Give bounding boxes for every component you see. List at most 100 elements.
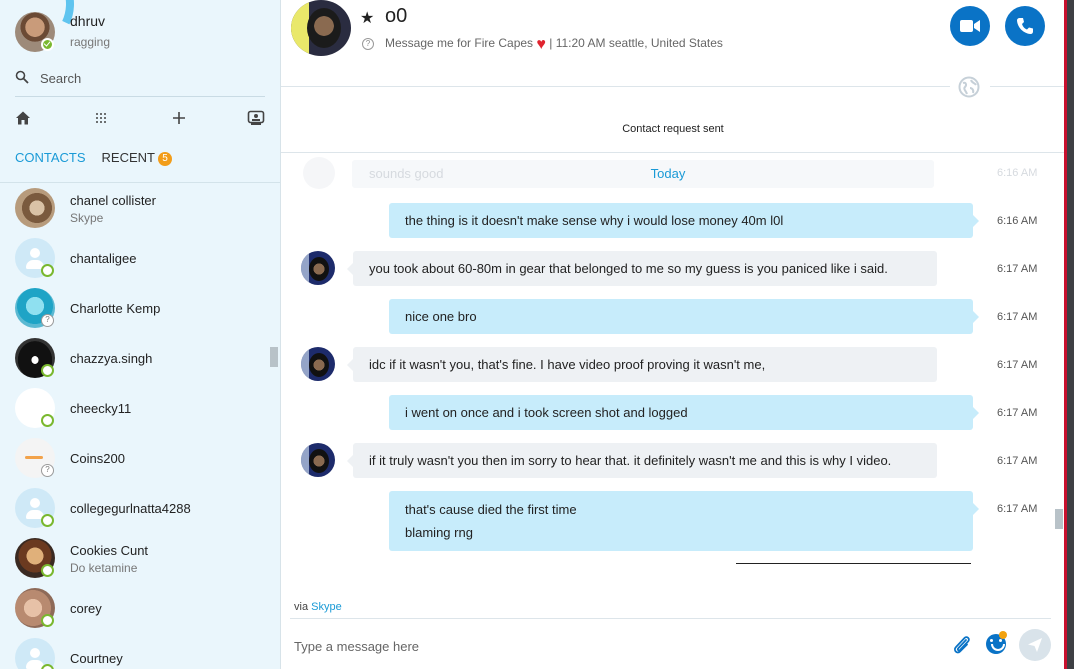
contact-tabs: CONTACTS RECENT 5 xyxy=(15,150,172,166)
tab-recent-label: RECENT xyxy=(101,150,155,165)
contact-name: Cookies Cunt xyxy=(70,543,149,558)
contact-name: corey xyxy=(70,601,102,616)
contact-item-charlotte-kemp[interactable]: ? Charlotte Kemp xyxy=(0,283,280,333)
message-text: i went on once and i took screen shot an… xyxy=(405,405,688,420)
audio-call-button[interactable] xyxy=(1005,6,1045,46)
send-arrow-icon xyxy=(1028,638,1042,652)
presence-icon xyxy=(41,414,54,427)
contact-name: cheecky11 xyxy=(70,401,132,416)
header-divider-right xyxy=(990,86,1064,87)
contact-item-cheecky11[interactable]: cheecky11 xyxy=(0,383,280,433)
message-text: nice one bro xyxy=(405,309,477,324)
my-name[interactable]: dhruv xyxy=(70,13,105,29)
phone-icon xyxy=(1017,18,1033,34)
outgoing-message[interactable]: the thing is it doesn't make sense why i… xyxy=(389,203,979,238)
outgoing-message[interactable]: nice one bro xyxy=(389,299,979,334)
tab-contacts[interactable]: CONTACTS xyxy=(15,150,86,166)
search-underline xyxy=(15,96,265,97)
message-text: if it truly wasn't you then im sorry to … xyxy=(369,453,892,468)
contact-card-icon[interactable] xyxy=(246,108,266,128)
contact-item-coins200[interactable]: ? Coins200 xyxy=(0,433,280,483)
pane-divider xyxy=(280,0,281,669)
add-icon[interactable] xyxy=(169,108,189,128)
presence-unknown-icon: ? xyxy=(41,464,54,477)
outgoing-message[interactable]: that's cause died the first time blaming… xyxy=(389,491,979,551)
message-text: you took about 60-80m in gear that belon… xyxy=(369,261,888,276)
contact-item-chantaligee[interactable]: chantaligee xyxy=(0,233,280,283)
presence-icon xyxy=(41,564,54,577)
contact-list: chanel collister Skype chantaligee ? Cha… xyxy=(0,183,280,669)
search-input[interactable] xyxy=(40,68,260,88)
sidebar-scrollbar-thumb[interactable] xyxy=(270,347,278,367)
paperclip-icon[interactable] xyxy=(952,634,972,656)
window-edge xyxy=(1067,0,1074,669)
mood-text: Message me for Fire Capes xyxy=(385,36,534,50)
contact-item-chanel-collister[interactable]: chanel collister Skype xyxy=(0,183,280,233)
contact-item-courtney[interactable]: Courtney xyxy=(0,633,280,669)
contact-name: chanel collister xyxy=(70,193,156,208)
via-skype-link[interactable]: Skype xyxy=(311,601,342,613)
message-text-line: blaming rng xyxy=(405,525,473,540)
my-presence-icon xyxy=(41,38,54,51)
contact-request-status: Contact request sent xyxy=(622,123,724,135)
message-text-line: that's cause died the first time xyxy=(405,502,577,517)
header-divider xyxy=(281,86,950,87)
faded-sender-avatar xyxy=(303,157,335,189)
presence-icon xyxy=(41,264,54,277)
date-separator: Today xyxy=(650,166,686,181)
presence-icon xyxy=(41,514,54,527)
sender-avatar[interactable] xyxy=(301,251,335,285)
video-camera-icon xyxy=(960,20,980,32)
search-icon xyxy=(15,70,29,84)
faded-message-time: 6:16 AM xyxy=(997,167,1038,179)
incoming-message[interactable]: idc if it wasn't you, that's fine. I hav… xyxy=(347,347,937,382)
faded-message-text: sounds good xyxy=(369,166,444,181)
contact-mood: Do ketamine xyxy=(70,561,138,575)
message-time: 6:17 AM xyxy=(997,407,1038,419)
recent-count-badge: 5 xyxy=(158,152,172,166)
message-time: 6:17 AM xyxy=(997,359,1038,371)
contact-name: chantaligee xyxy=(70,251,137,266)
incoming-message[interactable]: you took about 60-80m in gear that belon… xyxy=(347,251,937,286)
sender-avatar[interactable] xyxy=(301,347,335,381)
presence-icon xyxy=(41,614,54,627)
chat-scrollbar-thumb[interactable] xyxy=(1055,509,1063,529)
contact-name: Coins200 xyxy=(70,451,125,466)
my-mood[interactable]: ragging xyxy=(70,35,110,49)
video-call-button[interactable] xyxy=(950,6,990,46)
globe-icon xyxy=(958,76,980,98)
message-text: the thing is it doesn't make sense why i… xyxy=(405,213,784,228)
contact-name: Charlotte Kemp xyxy=(70,301,161,316)
contact-item-cookies-cunt[interactable]: Cookies Cunt Do ketamine xyxy=(0,533,280,583)
outgoing-message[interactable]: i went on once and i took screen shot an… xyxy=(389,395,979,430)
typing-indicator-line xyxy=(736,563,971,564)
incoming-message[interactable]: if it truly wasn't you then im sorry to … xyxy=(347,443,937,478)
chat-contact-mood: Message me for Fire Capes ♥ | 11:20 AM s… xyxy=(385,36,723,54)
contact-item-chazzya-singh[interactable]: chazzya.singh xyxy=(0,333,280,383)
star-favorite-icon[interactable]: ★ xyxy=(360,8,374,28)
heart-icon: ♥ xyxy=(536,36,546,53)
chat-contact-avatar[interactable] xyxy=(291,0,351,56)
tab-recent[interactable]: RECENT 5 xyxy=(102,150,172,166)
dialpad-icon[interactable] xyxy=(91,108,111,128)
location-time: | 11:20 AM seattle, United States xyxy=(549,36,723,50)
message-time: 6:17 AM xyxy=(997,455,1038,467)
sender-avatar[interactable] xyxy=(301,443,335,477)
message-time: 6:17 AM xyxy=(997,503,1038,515)
help-icon: ? xyxy=(362,38,374,50)
contact-item-corey[interactable]: corey xyxy=(0,583,280,633)
via-prefix: via xyxy=(294,601,309,613)
composer-divider xyxy=(290,618,1051,619)
home-icon[interactable] xyxy=(13,108,33,128)
request-divider xyxy=(281,152,1064,153)
contact-mood: Skype xyxy=(70,211,104,225)
chat-contact-name: o0 xyxy=(385,5,408,27)
send-button[interactable] xyxy=(1019,629,1051,661)
message-input[interactable] xyxy=(294,636,894,656)
emoticon-badge xyxy=(999,631,1007,639)
contact-name: Courtney xyxy=(70,651,123,666)
contact-item-collegegurlnatta4288[interactable]: collegegurlnatta4288 xyxy=(0,483,280,533)
message-time: 6:16 AM xyxy=(997,215,1038,227)
message-text: idc if it wasn't you, that's fine. I hav… xyxy=(369,357,766,372)
contact-avatar xyxy=(15,188,55,228)
